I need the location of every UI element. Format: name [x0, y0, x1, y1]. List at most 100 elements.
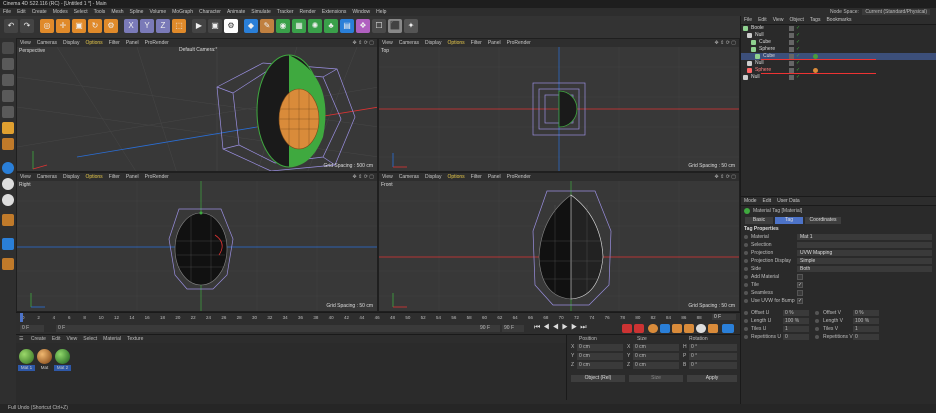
coord-mode-select[interactable]: Object (Rel): [571, 375, 625, 382]
animation-dot-icon[interactable]: [815, 319, 819, 323]
y-axis-icon[interactable]: Y: [140, 19, 154, 33]
grid-icon[interactable]: [2, 238, 14, 250]
vp-menu-panel[interactable]: Panel: [485, 39, 504, 47]
size-field[interactable]: 0 cm: [633, 353, 679, 360]
start-frame-field[interactable]: 0 F: [20, 325, 44, 332]
visibility-icon[interactable]: [789, 61, 794, 66]
light-icon[interactable]: ✦: [404, 19, 418, 33]
tab-coordinates[interactable]: Coordinates: [805, 217, 841, 224]
vp-menu-cameras[interactable]: Cameras: [396, 39, 422, 47]
visibility-icon[interactable]: [789, 40, 794, 45]
vp-menu-prorender[interactable]: ProRender: [142, 173, 172, 181]
key-position-icon[interactable]: [660, 324, 670, 333]
menu-tools[interactable]: Tools: [91, 8, 109, 16]
texture-mode-icon[interactable]: [2, 58, 14, 70]
enabled-check-icon[interactable]: ✓: [796, 32, 800, 39]
animation-dot-icon[interactable]: [744, 267, 748, 271]
menu-file[interactable]: File: [0, 8, 14, 16]
menu-extensions[interactable]: Extensions: [319, 8, 349, 16]
object-row[interactable]: Sphere ✓: [741, 46, 936, 53]
tab-basic[interactable]: Basic: [745, 217, 773, 224]
vp-menu-display[interactable]: Display: [422, 173, 444, 181]
subdivision-icon[interactable]: ◉: [276, 19, 290, 33]
checkbox[interactable]: ✓: [797, 282, 803, 288]
vp-menu-filter[interactable]: Filter: [106, 39, 123, 47]
vp-menu-cameras[interactable]: Cameras: [396, 173, 422, 181]
attribute-value[interactable]: UVW Mapping: [797, 250, 932, 256]
rotation-field[interactable]: 0 °: [689, 353, 737, 360]
mat-menu-material[interactable]: Material: [100, 336, 124, 342]
checkbox[interactable]: [797, 290, 803, 296]
position-field[interactable]: 0 cm: [577, 344, 623, 351]
uv-value[interactable]: 100 %: [853, 318, 879, 324]
coordinate-system-icon[interactable]: ⬚: [172, 19, 186, 33]
rotation-field[interactable]: 0 °: [689, 344, 737, 351]
om-menu-view[interactable]: View: [770, 16, 787, 25]
am-menu-user-data[interactable]: User Data: [774, 197, 803, 206]
viewport-nav-icons[interactable]: ✥ ⇕ ⟳ ▢: [353, 40, 374, 46]
material-label[interactable]: Mat 1: [18, 365, 35, 371]
visibility-icon[interactable]: [789, 75, 794, 80]
animation-dot-icon[interactable]: [744, 243, 748, 247]
points-mode-icon[interactable]: [2, 74, 14, 86]
vp-menu-panel[interactable]: Panel: [123, 173, 142, 181]
menu-volume[interactable]: Volume: [146, 8, 169, 16]
cube-icon[interactable]: ◆: [244, 19, 258, 33]
snap-settings-icon[interactable]: [2, 178, 14, 190]
attribute-value[interactable]: Simple: [797, 258, 932, 264]
render-picture-icon[interactable]: ▣: [208, 19, 222, 33]
animation-dot-icon[interactable]: [744, 275, 748, 279]
om-menu-object[interactable]: Object: [786, 16, 806, 25]
object-row[interactable]: Null ✓: [741, 74, 936, 81]
menu-modes[interactable]: Modes: [50, 8, 71, 16]
material-ball[interactable]: [37, 349, 52, 364]
scene-icon[interactable]: ☐: [372, 19, 386, 33]
vp-menu-view[interactable]: View: [17, 39, 34, 47]
timeline-ruler[interactable]: 0 2 4 6 8 10 12 14 16 18 20 22 24 26 28 30 32 34 36 38 40 42 4…: [16, 313, 740, 322]
menu-create[interactable]: Create: [29, 8, 50, 16]
vp-menu-options[interactable]: Options: [82, 39, 105, 47]
enabled-check-icon[interactable]: ✓: [796, 74, 800, 81]
om-menu-file[interactable]: File: [741, 16, 755, 25]
make-editable-icon[interactable]: [2, 42, 14, 54]
vp-menu-filter[interactable]: Filter: [106, 173, 123, 181]
animation-dot-icon[interactable]: [744, 311, 748, 315]
playhead[interactable]: [20, 313, 23, 322]
edges-mode-icon[interactable]: [2, 90, 14, 102]
uv-value[interactable]: 100 %: [783, 318, 809, 324]
rotate-tool-icon[interactable]: ↻: [88, 19, 102, 33]
enabled-check-icon[interactable]: ✓: [796, 25, 800, 32]
material-label[interactable]: Mat 2: [54, 365, 71, 371]
uv-value[interactable]: 1: [783, 326, 809, 332]
uv-value[interactable]: 0 %: [853, 310, 879, 316]
enabled-check-icon[interactable]: ✓: [796, 60, 800, 67]
om-menu-edit[interactable]: Edit: [755, 16, 770, 25]
key-rotation-icon[interactable]: [684, 324, 694, 333]
record-icon[interactable]: [622, 324, 632, 333]
visibility-icon[interactable]: [789, 33, 794, 38]
select-tool-icon[interactable]: ◎: [40, 19, 54, 33]
am-menu-mode[interactable]: Mode: [741, 197, 760, 206]
viewport-front[interactable]: View Cameras Display Options Filter Panel ProR…: [378, 172, 740, 312]
object-row[interactable]: Boole ✓: [741, 25, 936, 32]
playback-controls[interactable]: ⏮◀◀▶▶⏭: [534, 324, 590, 332]
animation-dot-icon[interactable]: [815, 335, 819, 339]
position-field[interactable]: 0 cm: [577, 353, 623, 360]
vp-menu-display[interactable]: Display: [422, 39, 444, 47]
menu-select[interactable]: Select: [71, 8, 91, 16]
mat-menu-view[interactable]: View: [64, 336, 81, 342]
object-row[interactable]: Cube ✓: [741, 39, 936, 46]
mat-menu-texture[interactable]: Texture: [124, 336, 146, 342]
viewport-right[interactable]: View Cameras Display Options Filter Panel ProR…: [16, 172, 378, 312]
key-scale-icon[interactable]: [672, 324, 682, 333]
viewport-nav-icons[interactable]: ✥ ⇕ ⟳ ▢: [353, 174, 374, 180]
animation-dot-icon[interactable]: [744, 283, 748, 287]
pen-icon[interactable]: ✎: [260, 19, 274, 33]
menu-mograph[interactable]: MoGraph: [169, 8, 196, 16]
menu-spline[interactable]: Spline: [127, 8, 147, 16]
uv-mode-icon[interactable]: [2, 138, 14, 150]
x-axis-icon[interactable]: X: [124, 19, 138, 33]
move-tool-icon[interactable]: ✛: [56, 19, 70, 33]
uv-value[interactable]: 0: [853, 334, 879, 340]
vp-menu-prorender[interactable]: ProRender: [504, 173, 534, 181]
